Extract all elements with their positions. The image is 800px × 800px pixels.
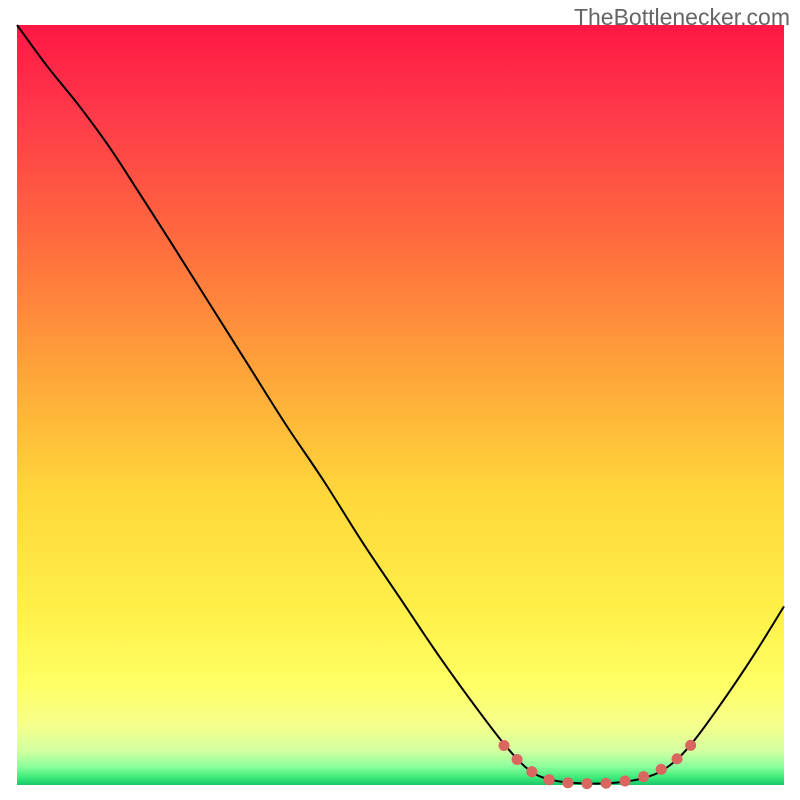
chart-container: TheBottlenecker.com <box>0 0 800 800</box>
bottleneck-chart <box>0 0 800 800</box>
chart-background <box>17 25 784 785</box>
watermark-text: TheBottlenecker.com <box>574 4 790 31</box>
